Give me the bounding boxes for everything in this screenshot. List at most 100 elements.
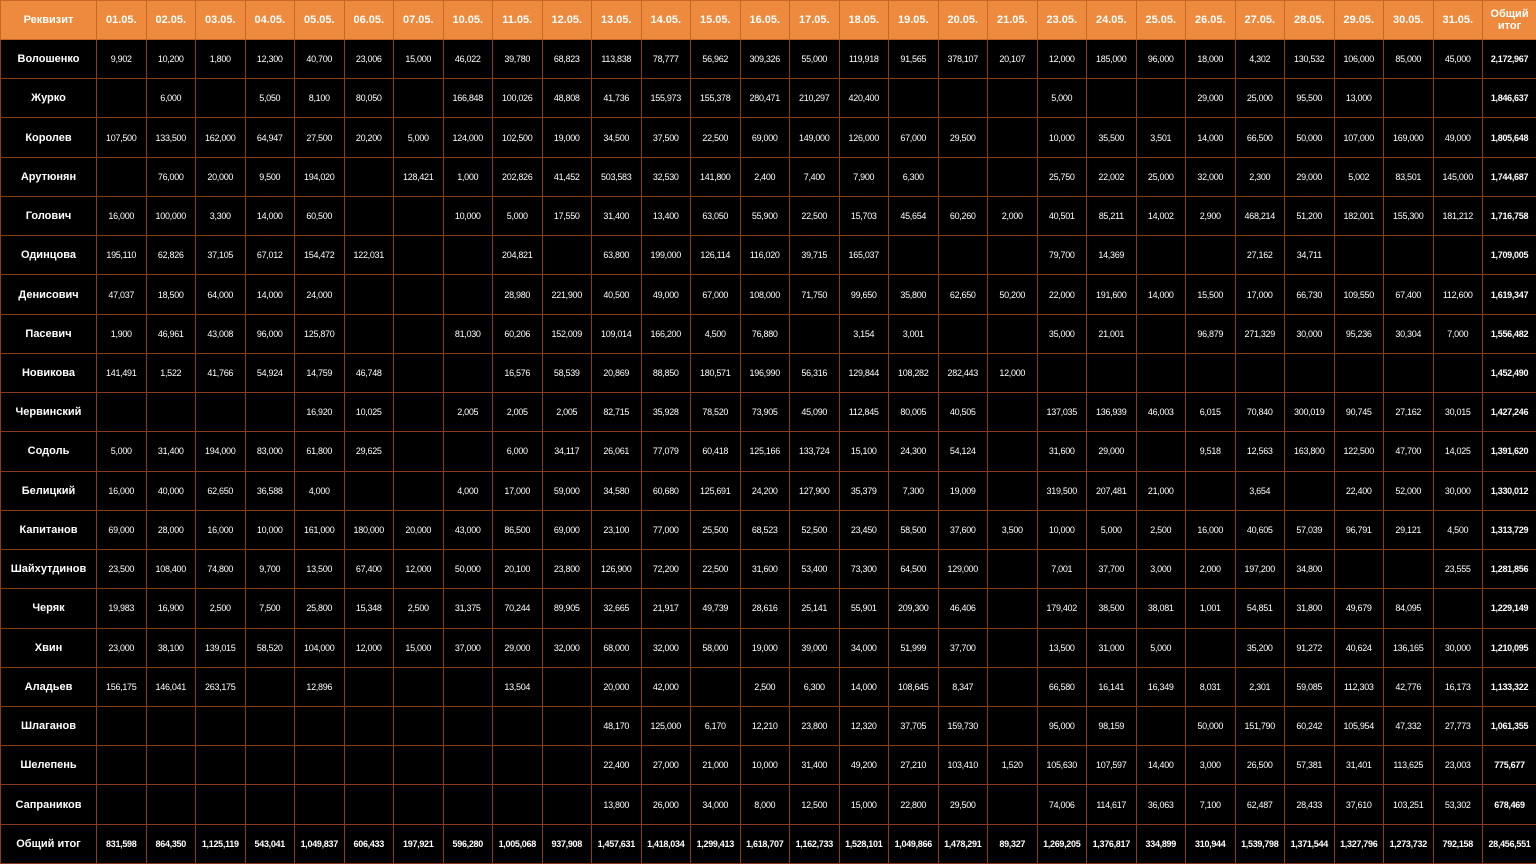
value-cell[interactable] bbox=[1135, 705, 1186, 747]
value-cell[interactable]: 96,000 bbox=[1135, 38, 1186, 80]
value-cell[interactable] bbox=[987, 588, 1038, 629]
value-cell[interactable] bbox=[541, 705, 592, 747]
value-cell[interactable] bbox=[987, 235, 1038, 276]
value-cell[interactable]: 21,000 bbox=[690, 745, 741, 786]
row-label[interactable]: Червинский bbox=[0, 392, 97, 433]
value-cell[interactable] bbox=[1432, 235, 1483, 276]
value-cell[interactable]: 16,000 bbox=[195, 509, 246, 551]
value-cell[interactable]: 61,800 bbox=[294, 431, 345, 472]
value-cell[interactable]: 22,500 bbox=[789, 195, 840, 237]
value-cell[interactable]: 37,000 bbox=[442, 627, 493, 668]
value-cell[interactable]: 67,012 bbox=[244, 235, 295, 276]
value-cell[interactable]: 67,000 bbox=[888, 117, 939, 158]
value-cell[interactable]: 141,491 bbox=[96, 352, 147, 394]
value-cell[interactable]: 35,800 bbox=[888, 274, 939, 315]
value-cell[interactable]: 86,500 bbox=[492, 509, 543, 551]
value-cell[interactable]: 13,504 bbox=[492, 666, 543, 707]
value-cell[interactable]: 56,962 bbox=[690, 38, 741, 80]
value-cell[interactable]: 48,170 bbox=[591, 705, 642, 747]
header-date-26.05[interactable]: 26.05. bbox=[1185, 0, 1236, 40]
value-cell[interactable]: 12,500 bbox=[789, 784, 840, 825]
value-cell[interactable] bbox=[987, 392, 1038, 433]
value-cell[interactable]: 51,999 bbox=[888, 627, 939, 668]
value-cell[interactable]: 108,400 bbox=[145, 549, 196, 590]
value-cell[interactable]: 156,175 bbox=[96, 666, 147, 707]
value-cell[interactable] bbox=[541, 745, 592, 786]
row-total-cell[interactable]: 678,469 bbox=[1482, 784, 1536, 825]
value-cell[interactable]: 1,371,544 bbox=[1284, 823, 1335, 864]
value-cell[interactable]: 12,210 bbox=[739, 705, 790, 747]
value-cell[interactable] bbox=[393, 78, 444, 119]
row-total-cell[interactable]: 1,281,856 bbox=[1482, 549, 1536, 590]
value-cell[interactable] bbox=[1135, 78, 1186, 119]
value-cell[interactable]: 10,000 bbox=[739, 745, 790, 786]
row-total-cell[interactable]: 2,172,967 bbox=[1482, 38, 1536, 80]
value-cell[interactable]: 1,800 bbox=[195, 38, 246, 80]
value-cell[interactable]: 35,379 bbox=[838, 470, 889, 511]
value-cell[interactable]: 5,000 bbox=[492, 195, 543, 237]
value-cell[interactable]: 60,260 bbox=[937, 195, 988, 237]
header-date-18.05[interactable]: 18.05. bbox=[838, 0, 889, 40]
value-cell[interactable]: 185,000 bbox=[1086, 38, 1137, 80]
row-total-cell[interactable]: 1,133,322 bbox=[1482, 666, 1536, 707]
value-cell[interactable]: 45,090 bbox=[789, 392, 840, 433]
value-cell[interactable]: 22,000 bbox=[1036, 274, 1087, 315]
value-cell[interactable] bbox=[888, 78, 939, 119]
value-cell[interactable]: 108,000 bbox=[739, 274, 790, 315]
value-cell[interactable]: 1,522 bbox=[145, 352, 196, 394]
header-label[interactable]: Реквизит bbox=[0, 0, 97, 40]
row-total-cell[interactable]: 775,677 bbox=[1482, 745, 1536, 786]
value-cell[interactable]: 28,980 bbox=[492, 274, 543, 315]
value-cell[interactable]: 35,928 bbox=[640, 392, 691, 433]
value-cell[interactable] bbox=[1432, 78, 1483, 119]
value-cell[interactable] bbox=[987, 549, 1038, 590]
header-date-30.05[interactable]: 30.05. bbox=[1383, 0, 1434, 40]
value-cell[interactable]: 137,035 bbox=[1036, 392, 1087, 433]
value-cell[interactable]: 119,918 bbox=[838, 38, 889, 80]
value-cell[interactable]: 66,580 bbox=[1036, 666, 1087, 707]
value-cell[interactable] bbox=[393, 313, 444, 354]
row-total-cell[interactable]: 1,619,347 bbox=[1482, 274, 1536, 315]
value-cell[interactable]: 14,000 bbox=[838, 666, 889, 707]
value-cell[interactable]: 1,005,068 bbox=[492, 823, 543, 864]
value-cell[interactable]: 25,141 bbox=[789, 588, 840, 629]
value-cell[interactable] bbox=[1086, 78, 1137, 119]
value-cell[interactable]: 83,000 bbox=[244, 431, 295, 472]
value-cell[interactable]: 334,899 bbox=[1135, 823, 1186, 864]
value-cell[interactable]: 310,944 bbox=[1185, 823, 1236, 864]
value-cell[interactable]: 35,200 bbox=[1234, 627, 1285, 668]
value-cell[interactable]: 12,320 bbox=[838, 705, 889, 747]
value-cell[interactable]: 85,211 bbox=[1086, 195, 1137, 237]
value-cell[interactable]: 74,800 bbox=[195, 549, 246, 590]
header-grand-total[interactable]: Общий итог bbox=[1482, 0, 1536, 40]
value-cell[interactable] bbox=[1185, 352, 1236, 394]
value-cell[interactable]: 45,654 bbox=[888, 195, 939, 237]
value-cell[interactable] bbox=[442, 431, 493, 472]
value-cell[interactable]: 34,117 bbox=[541, 431, 592, 472]
value-cell[interactable]: 14,025 bbox=[1432, 431, 1483, 472]
value-cell[interactable]: 54,124 bbox=[937, 431, 988, 472]
value-cell[interactable]: 22,002 bbox=[1086, 156, 1137, 197]
value-cell[interactable]: 2,005 bbox=[442, 392, 493, 433]
value-cell[interactable] bbox=[343, 666, 394, 707]
header-date-13.05[interactable]: 13.05. bbox=[591, 0, 642, 40]
row-label[interactable]: Черяк bbox=[0, 588, 97, 629]
row-label[interactable]: Королев bbox=[0, 117, 97, 158]
value-cell[interactable]: 73,300 bbox=[838, 549, 889, 590]
value-cell[interactable]: 46,022 bbox=[442, 38, 493, 80]
value-cell[interactable]: 4,500 bbox=[690, 313, 741, 354]
value-cell[interactable] bbox=[343, 274, 394, 315]
row-total-cell[interactable]: 1,229,149 bbox=[1482, 588, 1536, 629]
value-cell[interactable]: 67,400 bbox=[343, 549, 394, 590]
value-cell[interactable] bbox=[987, 705, 1038, 747]
value-cell[interactable]: 20,100 bbox=[492, 549, 543, 590]
value-cell[interactable] bbox=[987, 784, 1038, 825]
value-cell[interactable]: 1,049,866 bbox=[888, 823, 939, 864]
value-cell[interactable]: 26,500 bbox=[1234, 745, 1285, 786]
row-total-cell[interactable]: 1,846,637 bbox=[1482, 78, 1536, 119]
value-cell[interactable]: 149,000 bbox=[789, 117, 840, 158]
value-cell[interactable]: 46,748 bbox=[343, 352, 394, 394]
value-cell[interactable] bbox=[1234, 352, 1285, 394]
value-cell[interactable] bbox=[492, 745, 543, 786]
value-cell[interactable]: 60,680 bbox=[640, 470, 691, 511]
